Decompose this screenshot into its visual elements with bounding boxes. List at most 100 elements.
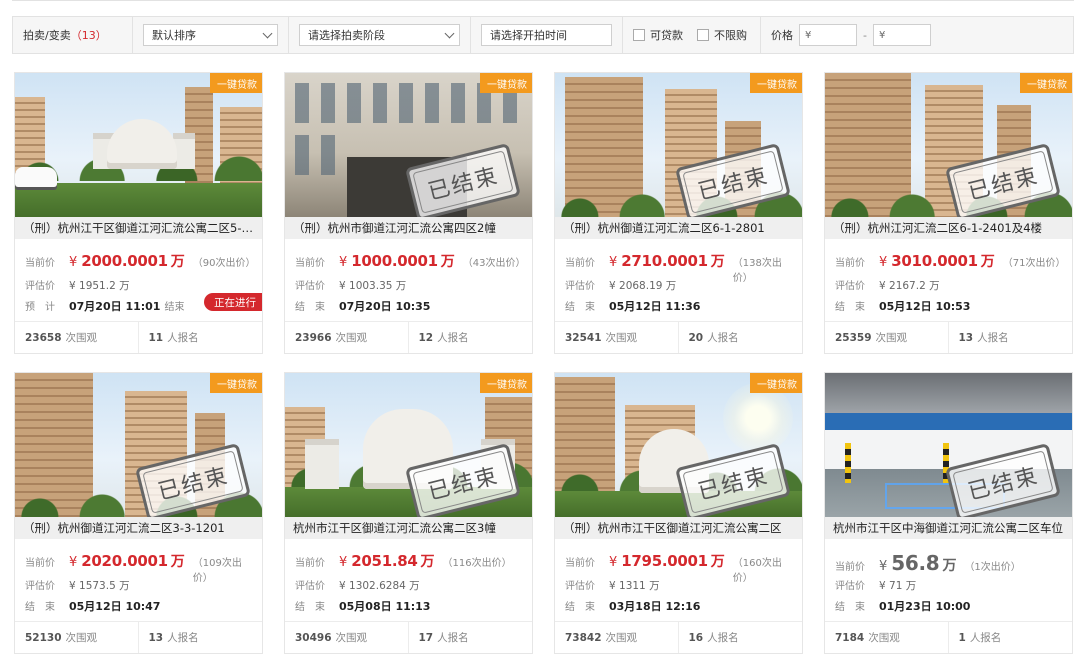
listing-photo[interactable]: 一键贷款 已结束 [555,73,802,217]
end-time-value: 05月08日 11:13 [339,600,431,613]
bid-count: （116次出价） [442,558,512,569]
view-count-suffix: 次围观 [335,632,368,644]
listing-title[interactable]: （刑）杭州市御道江河汇流公寓四区2幢 [285,217,532,239]
signup-count: 13 人报名 [139,622,263,653]
signup-count-suffix: 人报名 [167,632,199,644]
end-time-label: 结 束 [565,602,595,613]
end-time-row: 结 束 05月12日 10:53 [835,298,1064,314]
listing-card[interactable]: 一键贷款 已结束 （刑）杭州御道江河汇流二区6-1-2801 当前价 ¥ 271… [554,72,803,354]
current-price-value: 3010.0001 [891,252,978,270]
listing-card[interactable]: 一键贷款 已结束 杭州市江干区御道江河汇流公寓二区3幢 当前价 ¥ 2051.8… [284,372,533,654]
end-time-label: 结 束 [835,302,865,313]
listing-title[interactable]: 杭州市江干区中海御道江河汇流公寓二区车位 [825,517,1072,539]
signup-count-suffix: 人报名 [969,632,1002,644]
end-time-value: 01月23日 10:00 [879,600,971,613]
eval-price-value: ¥ 2068.19 万 [609,280,677,292]
signup-count-value: 20 [688,331,704,344]
listing-footer: 52130 次围观 13 人报名 [15,621,262,653]
loan-tag[interactable]: 一键贷款 [480,373,532,393]
end-time-value: 07月20日 11:01 [69,300,161,313]
loan-tag[interactable]: 一键贷款 [210,73,262,93]
current-price-value: 2000.0001 [81,252,168,270]
loan-tag[interactable]: 一键贷款 [480,73,532,93]
category-count: （13） [70,29,107,42]
price-unit: 万 [942,558,957,574]
no-restriction-checkbox-label: 不限购 [714,29,747,42]
loan-tag[interactable]: 一键贷款 [750,373,802,393]
signup-count-value: 13 [148,631,164,644]
top-divider [12,0,1074,1]
listing-card[interactable]: 一键贷款 已结束 （刑）杭州御道江河汇流二区3-3-1201 当前价 ¥ 202… [14,372,263,654]
loan-tag[interactable]: 一键贷款 [1020,73,1072,93]
end-time-label: 结 束 [565,302,595,313]
view-count-value: 73842 [565,631,602,644]
listing-card[interactable]: 一键贷款 已结束 （刑）杭州市御道江河汇流公寓四区2幢 当前价 ¥ 1000.0… [284,72,533,354]
checkbox-icon[interactable] [697,29,709,41]
listing-card[interactable]: 已结束 杭州市江干区中海御道江河汇流公寓二区车位 当前价 ¥ 56.8 万 （1… [824,372,1073,654]
price-max-input[interactable]: ¥ [872,24,931,46]
end-time-value: 03月18日 12:16 [609,600,701,613]
current-price-value: 2710.0001 [621,252,708,270]
currency-symbol: ¥ [339,255,348,270]
eval-price-value: ¥ 71 万 [879,580,917,592]
listing-photo[interactable]: 一键贷款 已结束 [825,73,1072,217]
current-price-label: 当前价 [295,258,325,269]
signup-count: 11 人报名 [139,322,263,353]
listing-title[interactable]: （刑）杭州御道江河汇流二区3-3-1201 [15,517,262,539]
listing-photo[interactable]: 一键贷款 已结束 [15,373,262,517]
live-badge: 正在进行 [204,293,262,311]
signup-count-suffix: 人报名 [977,332,1009,344]
no-restriction-checkbox[interactable]: 不限购 [697,27,747,43]
view-count-value: 52130 [25,631,62,644]
stage-select-placeholder: 请选择拍卖阶段 [308,29,385,42]
listing-photo[interactable]: 一键贷款 [15,73,262,217]
listing-card[interactable]: 一键贷款 （刑）杭州江干区御道江河汇流公寓二区5-1-2401及地下室 当前价 … [14,72,263,354]
listing-title[interactable]: （刑）杭州市江干区御道江河汇流公寓二区 [555,517,802,539]
listing-photo[interactable]: 一键贷款 已结束 [285,73,532,217]
view-count-value: 23658 [25,331,62,344]
listing-title[interactable]: 杭州市江干区御道江河汇流公寓二区3幢 [285,517,532,539]
current-price-label: 当前价 [295,558,325,569]
current-price-value: 1795.0001 [621,552,708,570]
eval-price-label: 评估价 [25,281,55,292]
view-count-suffix: 次围观 [605,632,638,644]
current-price-value: 2051.84 [351,552,418,570]
listing-photo[interactable]: 一键贷款 已结束 [555,373,802,517]
loan-tag[interactable]: 一键贷款 [210,373,262,393]
sort-select[interactable]: 默认排序 [143,24,278,46]
listing-photo[interactable]: 已结束 [825,373,1072,517]
listing-title[interactable]: （刑）杭州江河汇流二区6-1-2401及4楼 [825,217,1072,239]
view-count-value: 25359 [835,331,872,344]
listing-card[interactable]: 一键贷款 已结束 （刑）杭州市江干区御道江河汇流公寓二区 当前价 ¥ 1795.… [554,372,803,654]
eval-price-row: 评估价 ¥ 1003.35 万 [295,277,524,293]
signup-count-suffix: 人报名 [437,632,469,644]
eval-price-value: ¥ 1311 万 [609,580,660,592]
price-min-input[interactable]: ¥ [799,24,857,46]
listing-title[interactable]: （刑）杭州江干区御道江河汇流公寓二区5-1-2401及地下室 [15,217,262,239]
current-price-row: 当前价 ¥ 2000.0001 万 （90次出价） [25,251,256,271]
loan-tag[interactable]: 一键贷款 [750,73,802,93]
price-unit: 万 [710,554,725,570]
listing-title[interactable]: （刑）杭州御道江河汇流二区6-1-2801 [555,217,802,239]
checkbox-icon[interactable] [633,29,645,41]
listing-card[interactable]: 一键贷款 已结束 （刑）杭州江河汇流二区6-1-2401及4楼 当前价 ¥ 30… [824,72,1073,354]
current-price-value: 1000.0001 [351,252,438,270]
start-time-input[interactable]: 请选择开拍时间 [481,24,612,46]
end-time-label: 结 束 [835,602,865,613]
view-count: 30496 次围观 [285,622,409,653]
listing-photo[interactable]: 一键贷款 已结束 [285,373,532,517]
end-time-suffix: 结束 [164,302,185,313]
current-price-label: 当前价 [25,558,55,569]
stage-select[interactable]: 请选择拍卖阶段 [299,24,460,46]
eval-price-row: 评估价 ¥ 2167.2 万 [835,277,1064,293]
view-count-suffix: 次围观 [875,332,908,344]
loan-checkbox[interactable]: 可贷款 [633,27,683,43]
end-time-row: 结 束 03月18日 12:16 [565,598,794,614]
signup-count: 13 人报名 [949,322,1073,353]
chevron-down-icon [262,28,273,38]
category-filter[interactable]: 拍卖/变卖 （13） [13,17,133,53]
price-unit: 万 [170,554,185,570]
end-time-row: 结 束 01月23日 10:00 [835,598,1064,614]
end-time-value: 05月12日 10:53 [879,300,971,313]
end-time-value: 05月12日 11:36 [609,300,701,313]
